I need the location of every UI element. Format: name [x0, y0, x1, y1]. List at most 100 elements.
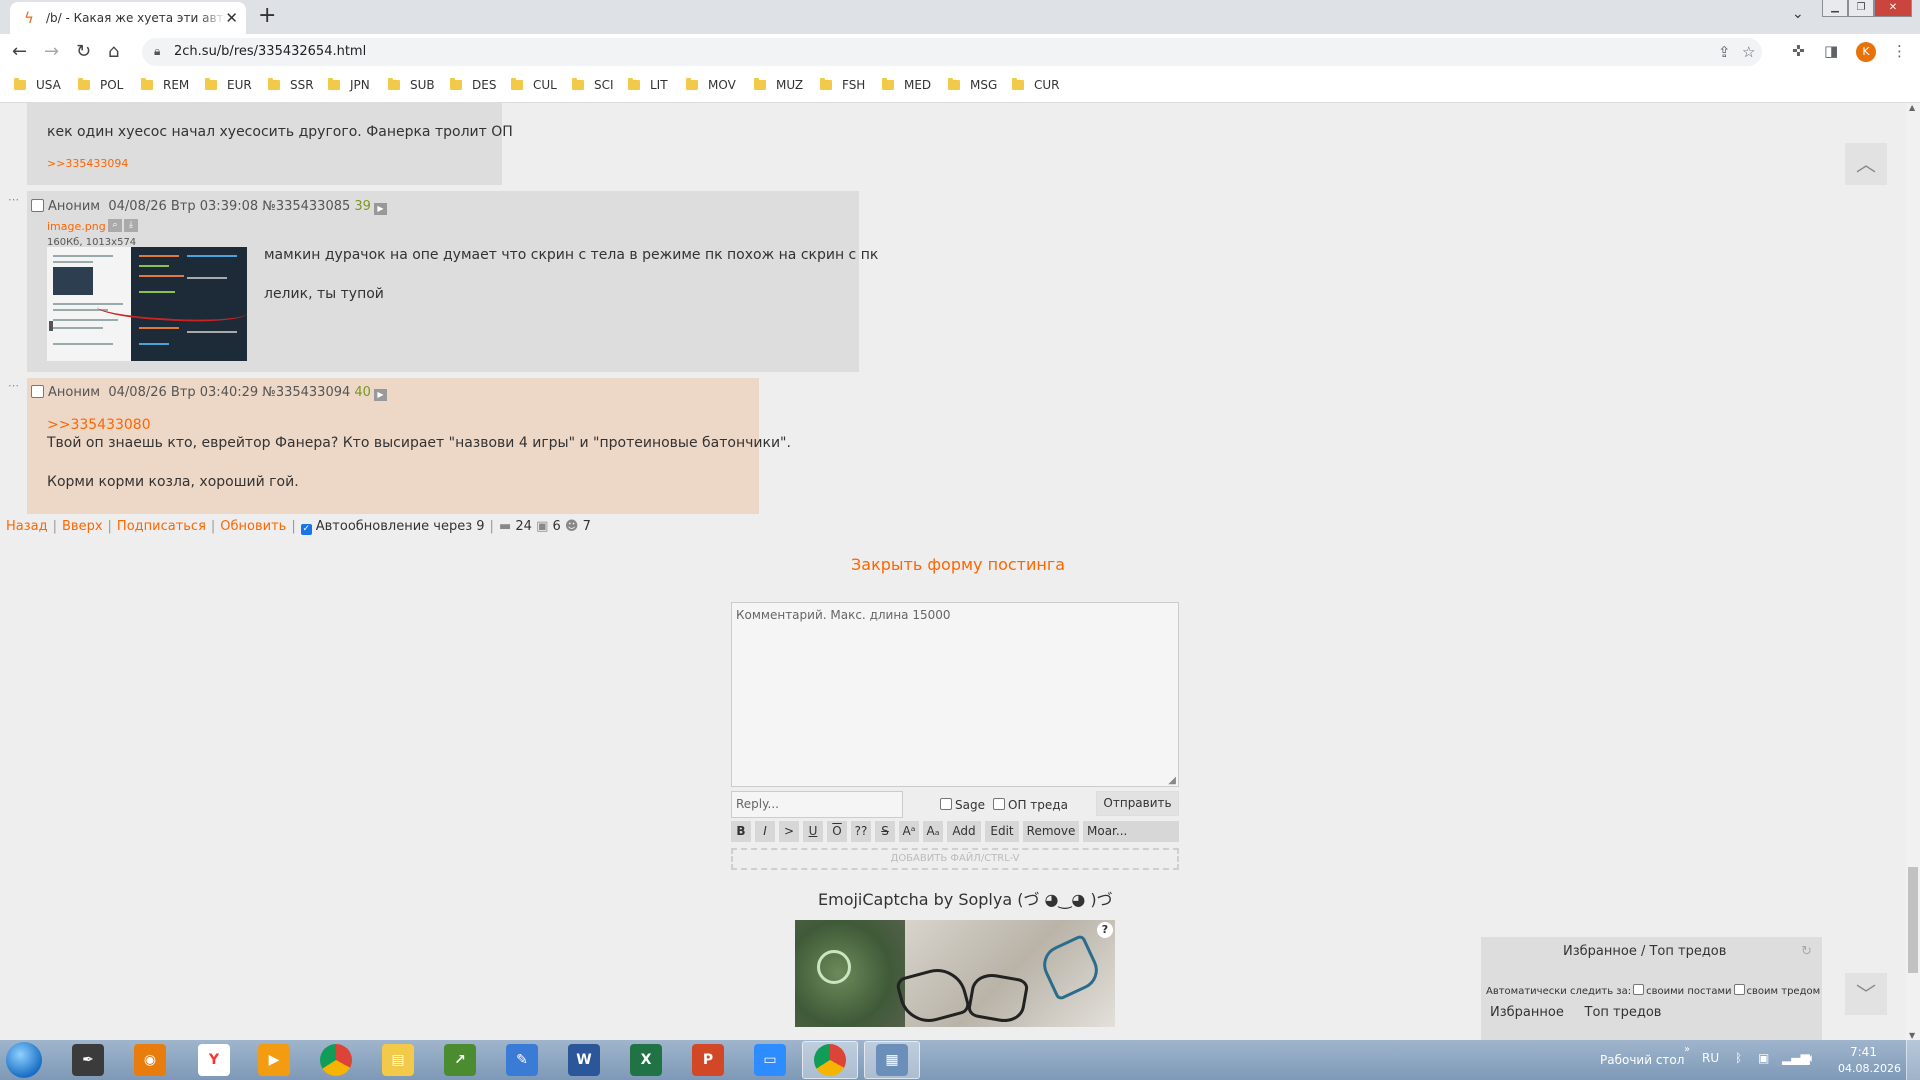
- window-close-icon[interactable]: ✕: [1874, 0, 1912, 17]
- bookmark-folder[interactable]: MED: [882, 78, 931, 92]
- scroll-down-arrow-icon[interactable]: ▼: [1909, 1031, 1915, 1040]
- bookmark-folder[interactable]: FSH: [820, 78, 865, 92]
- chart-app-icon[interactable]: ↗: [444, 1044, 476, 1076]
- subscript-button[interactable]: Aₐ: [923, 821, 943, 842]
- media-player-icon[interactable]: ▶: [258, 1044, 290, 1076]
- bookmark-folder[interactable]: MOV: [686, 78, 736, 92]
- tab-favorites[interactable]: Избранное: [1490, 1005, 1564, 1020]
- post-image-thumbnail[interactable]: [47, 247, 247, 361]
- pen-app-icon[interactable]: ✎: [506, 1044, 538, 1076]
- reply-input[interactable]: Reply...: [731, 791, 903, 818]
- tray-app-icon[interactable]: ▣: [1758, 1051, 1769, 1065]
- profile-avatar[interactable]: K: [1856, 42, 1876, 62]
- bookmark-folder[interactable]: SCI: [572, 78, 614, 92]
- file-drop-zone[interactable]: ДОБАВИТЬ ФАЙЛ/CTRL-V: [731, 848, 1179, 870]
- remove-button[interactable]: Remove: [1023, 821, 1079, 842]
- post-select-checkbox[interactable]: [31, 199, 44, 212]
- yandex-browser-icon[interactable]: Y: [198, 1044, 230, 1076]
- bookmark-folder[interactable]: LIT: [628, 78, 668, 92]
- file-name-link[interactable]: image.png: [47, 220, 106, 233]
- bookmark-folder[interactable]: MSG: [948, 78, 997, 92]
- excel-icon[interactable]: X: [630, 1044, 662, 1076]
- powerpoint-icon[interactable]: P: [692, 1044, 724, 1076]
- refresh-icon[interactable]: ↻: [1801, 944, 1812, 959]
- start-button-windows-icon[interactable]: [6, 1042, 42, 1078]
- back-arrow-icon[interactable]: ←: [12, 41, 27, 62]
- bluetooth-icon[interactable]: ᛒ: [1735, 1051, 1742, 1065]
- extensions-puzzle-icon[interactable]: ✜: [1792, 42, 1805, 60]
- bookmark-folder[interactable]: JPN: [328, 78, 370, 92]
- new-tab-icon[interactable]: +: [258, 3, 276, 28]
- forward-arrow-icon[interactable]: →: [44, 41, 59, 62]
- inkscape-icon[interactable]: ✒: [72, 1044, 104, 1076]
- home-icon[interactable]: ⌂: [108, 41, 119, 62]
- play-icon[interactable]: ▶: [373, 389, 387, 401]
- send-button[interactable]: Отправить: [1096, 791, 1179, 816]
- toolbar-expand-icon[interactable]: »: [1684, 1044, 1690, 1055]
- quote-button[interactable]: >: [779, 821, 799, 842]
- bookmark-folder[interactable]: EUR: [205, 78, 252, 92]
- bookmark-folder[interactable]: MUZ: [754, 78, 803, 92]
- up-link[interactable]: Вверх: [62, 519, 103, 534]
- reply-link[interactable]: >>335433094: [47, 157, 128, 170]
- reload-icon[interactable]: ↻: [76, 41, 91, 62]
- bookmark-folder[interactable]: SUB: [388, 78, 435, 92]
- browser-tab[interactable]: ϟ /b/ - Какая же хуета эти автономные ✕: [10, 2, 246, 34]
- refresh-link[interactable]: Обновить: [220, 519, 286, 534]
- file-explorer-icon[interactable]: ▤: [382, 1044, 414, 1076]
- scroll-up-arrow-icon[interactable]: ▲: [1909, 103, 1915, 112]
- favorites-title[interactable]: Избранное / Топ тредов: [1563, 944, 1726, 959]
- sage-checkbox[interactable]: Sage: [940, 798, 985, 812]
- play-icon[interactable]: ▶: [373, 203, 387, 215]
- post-menu-icon[interactable]: ⋯: [8, 193, 19, 206]
- edit-button[interactable]: Edit: [985, 821, 1019, 842]
- checkbox-box[interactable]: [940, 798, 952, 810]
- own-thread-checkbox[interactable]: [1733, 984, 1745, 995]
- tab-search-chevron-icon[interactable]: ⌄: [1792, 6, 1804, 22]
- scroll-up-button[interactable]: ︿: [1845, 143, 1887, 185]
- quote-link[interactable]: >>335433080: [47, 417, 151, 433]
- page-scrollbar[interactable]: ▲ ▼: [1906, 103, 1920, 1040]
- scrollbar-thumb[interactable]: [1908, 867, 1918, 973]
- clock-time[interactable]: 7:41: [1850, 1045, 1877, 1059]
- op-checkbox[interactable]: ОП треда: [993, 798, 1068, 812]
- close-tab-icon[interactable]: ✕: [225, 9, 238, 27]
- bookmark-folder[interactable]: REM: [141, 78, 189, 92]
- checkbox-box[interactable]: [993, 798, 1005, 810]
- bookmark-folder[interactable]: SSR: [268, 78, 314, 92]
- resize-grip-icon[interactable]: ◢: [1168, 775, 1176, 786]
- post-number[interactable]: №335433094: [262, 385, 350, 400]
- close-form-link[interactable]: Закрыть форму постинга: [851, 555, 1065, 574]
- superscript-button[interactable]: Aᵃ: [899, 821, 919, 842]
- bookmark-folder[interactable]: CUL: [511, 78, 557, 92]
- chrome-icon[interactable]: [320, 1044, 352, 1076]
- captcha-help-button[interactable]: ?: [1097, 922, 1113, 938]
- underline-button[interactable]: U: [803, 821, 823, 842]
- overline-button[interactable]: O: [827, 821, 847, 842]
- add-button[interactable]: Add: [947, 821, 981, 842]
- subscribe-link[interactable]: Подписаться: [117, 519, 206, 534]
- volume-icon[interactable]: 🔈︎: [1808, 1051, 1815, 1066]
- bookmark-star-icon[interactable]: ☆: [1742, 43, 1755, 61]
- scroll-down-button[interactable]: ﹀: [1845, 973, 1887, 1015]
- kebab-menu-icon[interactable]: ⋮: [1892, 42, 1907, 60]
- back-link[interactable]: Назад: [6, 519, 48, 534]
- language-indicator[interactable]: RU: [1702, 1051, 1719, 1065]
- word-icon[interactable]: W: [568, 1044, 600, 1076]
- share-icon[interactable]: ⇪: [1718, 43, 1731, 61]
- control-panel-icon[interactable]: ▦: [876, 1044, 908, 1076]
- bookmark-folder[interactable]: USA: [14, 78, 61, 92]
- address-bar[interactable]: 🔒︎ 2ch.su/b/res/335432654.html ⇪ ☆: [142, 38, 1762, 66]
- captcha-image[interactable]: ?: [795, 920, 1115, 1027]
- own-posts-checkbox[interactable]: [1633, 984, 1645, 995]
- tab-top-threads[interactable]: Топ тредов: [1585, 1005, 1662, 1020]
- download-icon[interactable]: ⤓: [124, 219, 138, 232]
- post-menu-icon[interactable]: ⋯: [8, 379, 19, 392]
- autoupdate-checkbox[interactable]: ✓: [300, 524, 312, 535]
- post-select-checkbox[interactable]: [31, 385, 44, 398]
- bold-button[interactable]: B: [731, 821, 751, 842]
- bookmark-folder[interactable]: DES: [450, 78, 496, 92]
- network-signal-icon[interactable]: ▂▄▆: [1782, 1051, 1810, 1065]
- moar-button[interactable]: Moar...: [1083, 821, 1179, 842]
- search-image-icon[interactable]: ⌕: [108, 219, 122, 232]
